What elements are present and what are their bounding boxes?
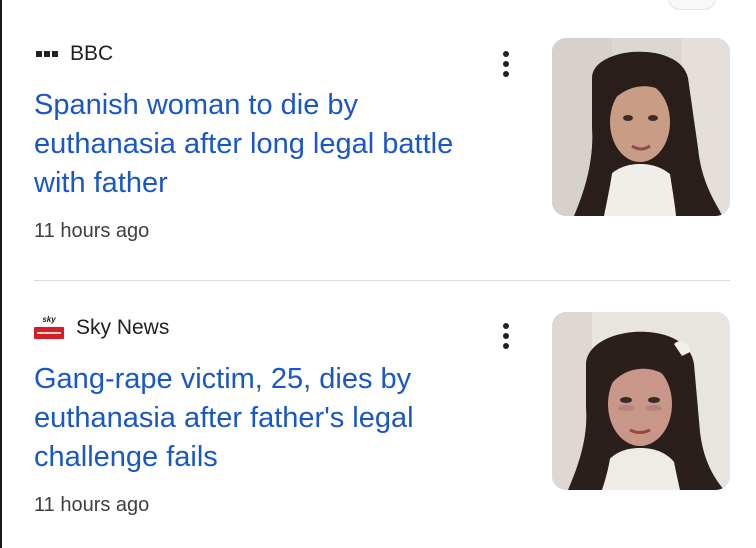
source-row: sky Sky News [34,312,169,344]
article-timestamp: 11 hours ago [34,220,150,242]
article-headline[interactable]: Spanish woman to die by euthanasia after… [34,86,504,203]
article-timestamp: 11 hours ago [34,494,150,516]
more-options-button[interactable] [496,320,516,352]
article-thumbnail[interactable] [552,38,730,216]
more-options-button[interactable] [496,48,516,80]
source-row: BBC [34,38,113,70]
article-thumbnail[interactable] [552,312,730,490]
article-divider [34,280,730,281]
sky-news-logo-icon: sky [34,315,64,341]
more-vert-icon [503,323,509,329]
article-headline[interactable]: Gang-rape victim, 25, dies by euthanasia… [34,360,504,477]
top-control-fragment[interactable] [668,0,716,10]
news-feed: BBC Spanish woman to die by euthanasia a… [0,0,756,548]
source-name: BBC [70,42,114,65]
more-vert-icon [503,51,509,57]
source-name: Sky News [76,316,170,339]
bbc-logo-icon [36,51,58,57]
